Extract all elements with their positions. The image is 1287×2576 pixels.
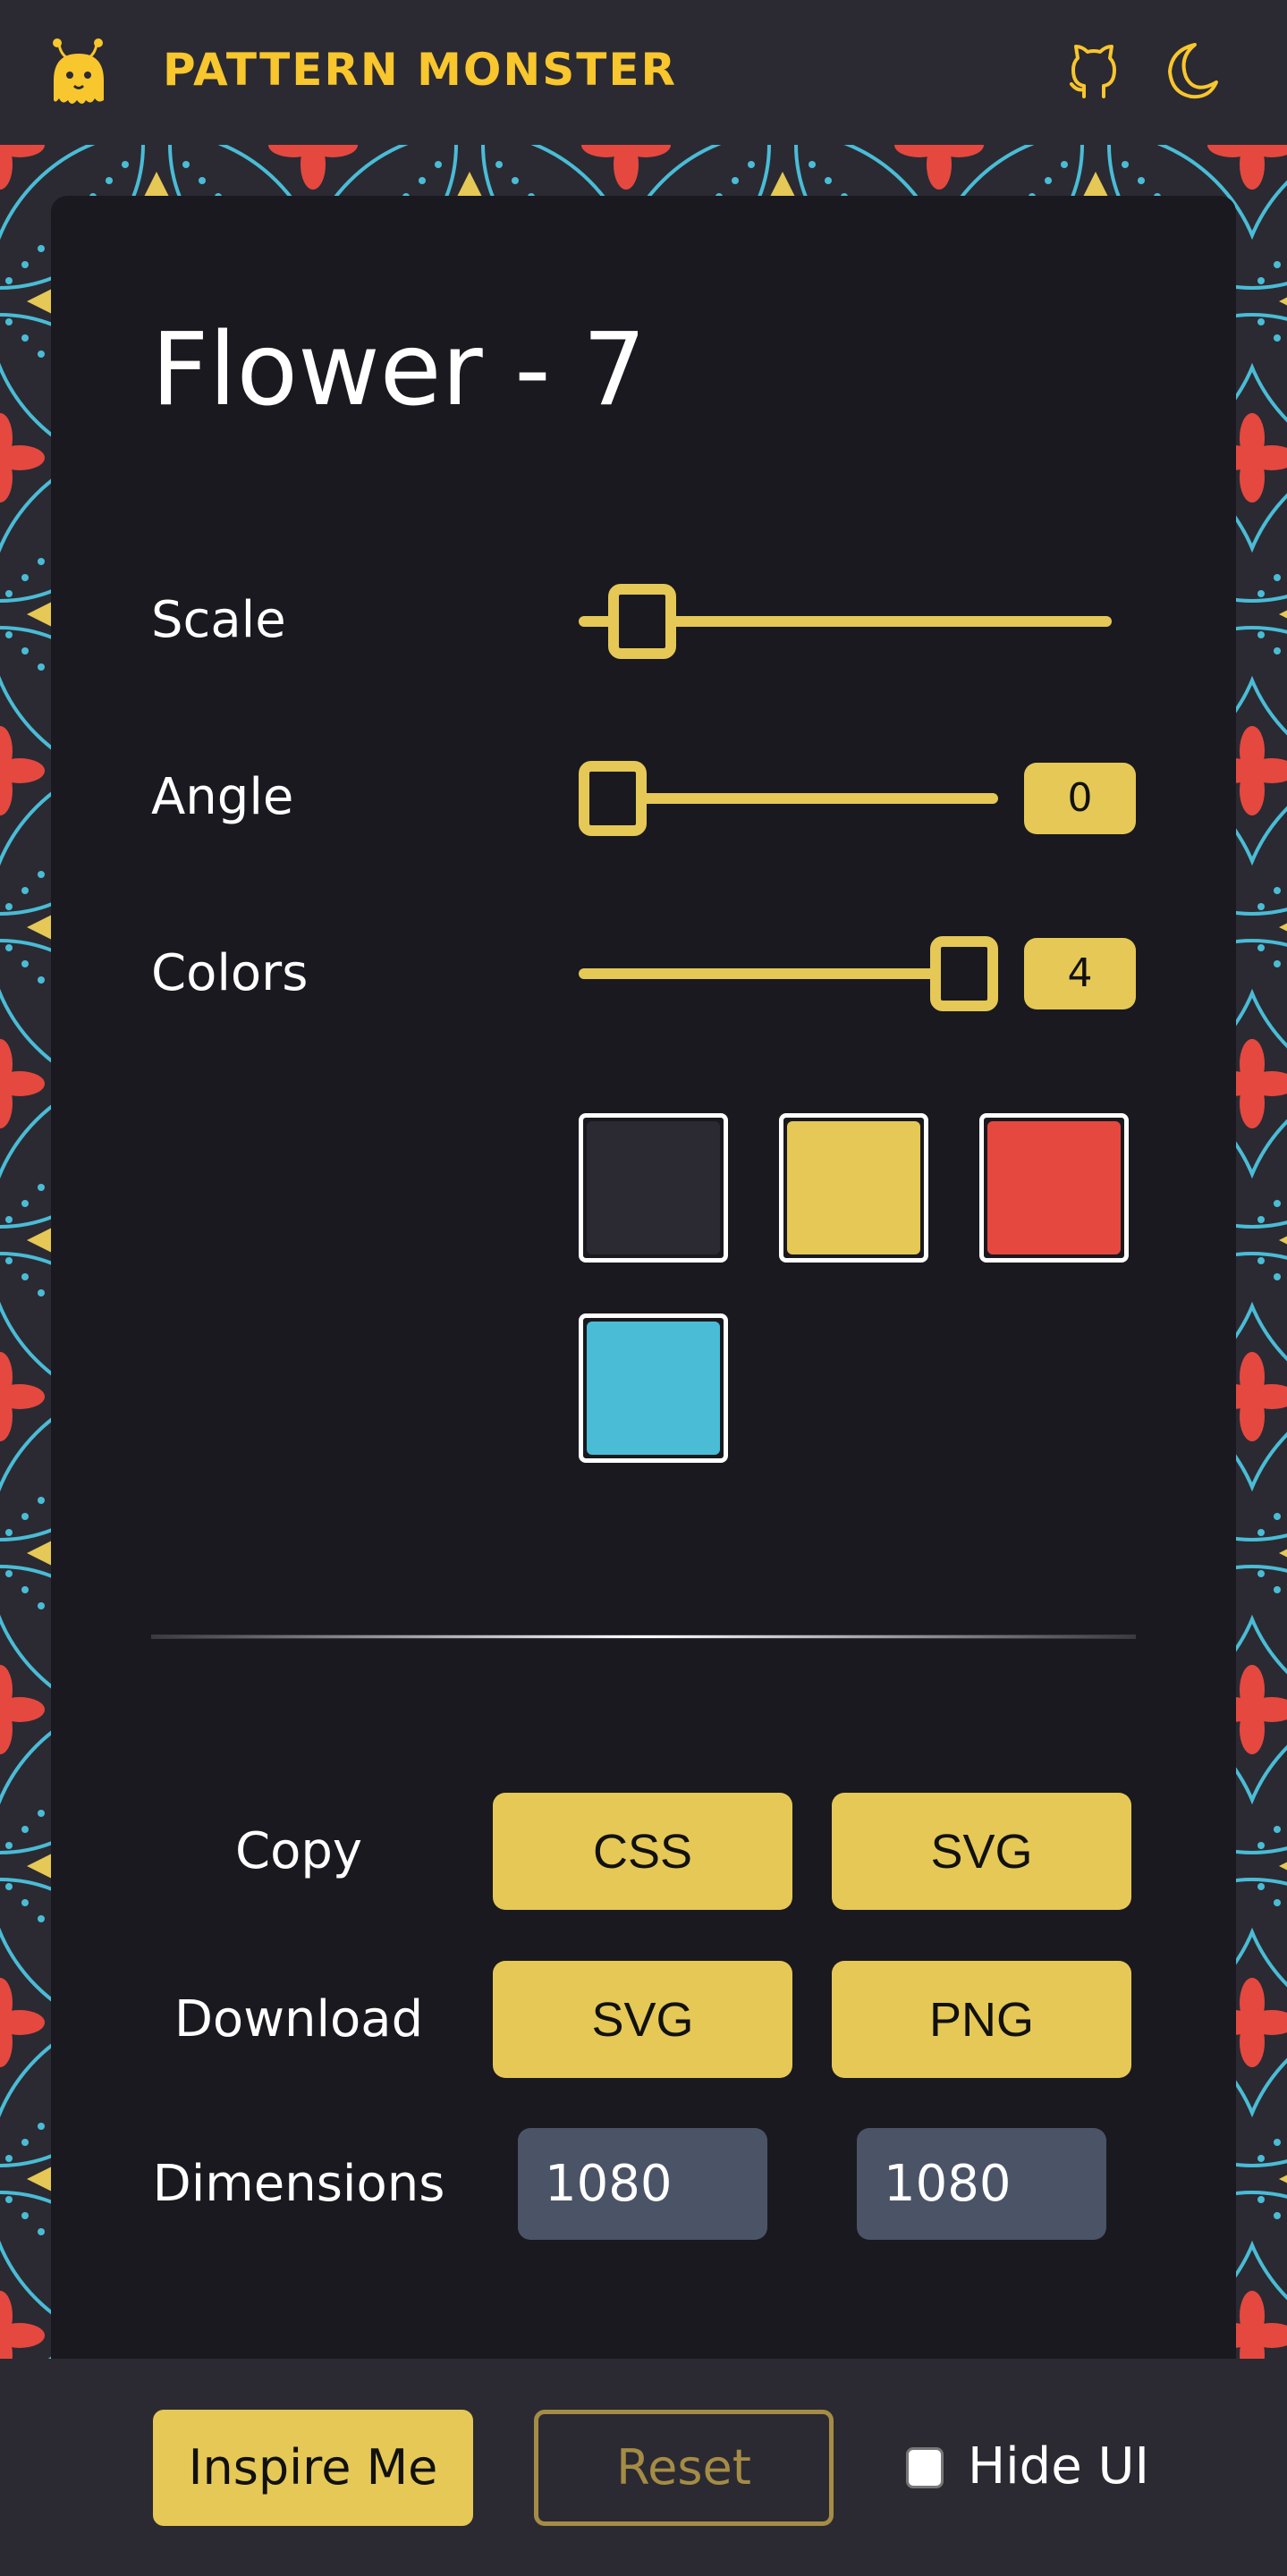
color-swatch-fill <box>787 1121 920 1254</box>
angle-value: 0 <box>1024 763 1136 834</box>
scale-label: Scale <box>151 591 286 649</box>
download-png-button[interactable]: PNG <box>832 1961 1131 2078</box>
width-input[interactable]: 1080 <box>518 2128 767 2240</box>
pattern-title: Flower - 7 <box>151 312 647 428</box>
angle-label: Angle <box>151 768 294 826</box>
hide-ui-checkbox[interactable] <box>906 2447 944 2488</box>
scale-slider-thumb[interactable] <box>608 584 676 659</box>
height-input[interactable]: 1080 <box>857 2128 1106 2240</box>
color-swatch-3[interactable] <box>979 1113 1129 1263</box>
dimensions-label: Dimensions <box>152 2155 445 2213</box>
colors-value: 4 <box>1024 938 1136 1009</box>
colors-label: Colors <box>151 944 309 1002</box>
moon-icon[interactable] <box>1164 39 1223 104</box>
monster-logo-icon[interactable] <box>47 36 111 109</box>
color-swatch-1[interactable] <box>579 1113 728 1263</box>
color-swatch-fill <box>587 1322 720 1455</box>
github-icon[interactable] <box>1064 39 1123 104</box>
brand-title[interactable]: PATTERN MONSTER <box>163 43 677 97</box>
download-label: Download <box>174 1990 424 2048</box>
inspire-me-button[interactable]: Inspire Me <box>153 2410 473 2526</box>
section-divider <box>151 1634 1136 1639</box>
color-swatch-fill <box>587 1121 720 1254</box>
copy-svg-button[interactable]: SVG <box>832 1793 1131 1910</box>
hide-ui-label[interactable]: Hide UI <box>968 2436 1149 2498</box>
copy-css-button[interactable]: CSS <box>493 1793 792 1910</box>
reset-button[interactable]: Reset <box>534 2410 834 2526</box>
footer-bar: Inspire Me Reset Hide UI <box>0 2359 1287 2576</box>
editor-panel: Flower - 7 Scale Angle 0 Colors 4 Copy C… <box>51 196 1236 2359</box>
color-swatch-2[interactable] <box>779 1113 928 1263</box>
color-swatch-fill <box>987 1121 1121 1254</box>
color-swatch-4[interactable] <box>579 1313 728 1463</box>
app-header: PATTERN MONSTER <box>0 0 1287 145</box>
colors-slider-thumb[interactable] <box>930 936 998 1011</box>
download-svg-button[interactable]: SVG <box>493 1961 792 2078</box>
angle-slider-thumb[interactable] <box>579 761 647 836</box>
copy-label: Copy <box>234 1822 363 1880</box>
